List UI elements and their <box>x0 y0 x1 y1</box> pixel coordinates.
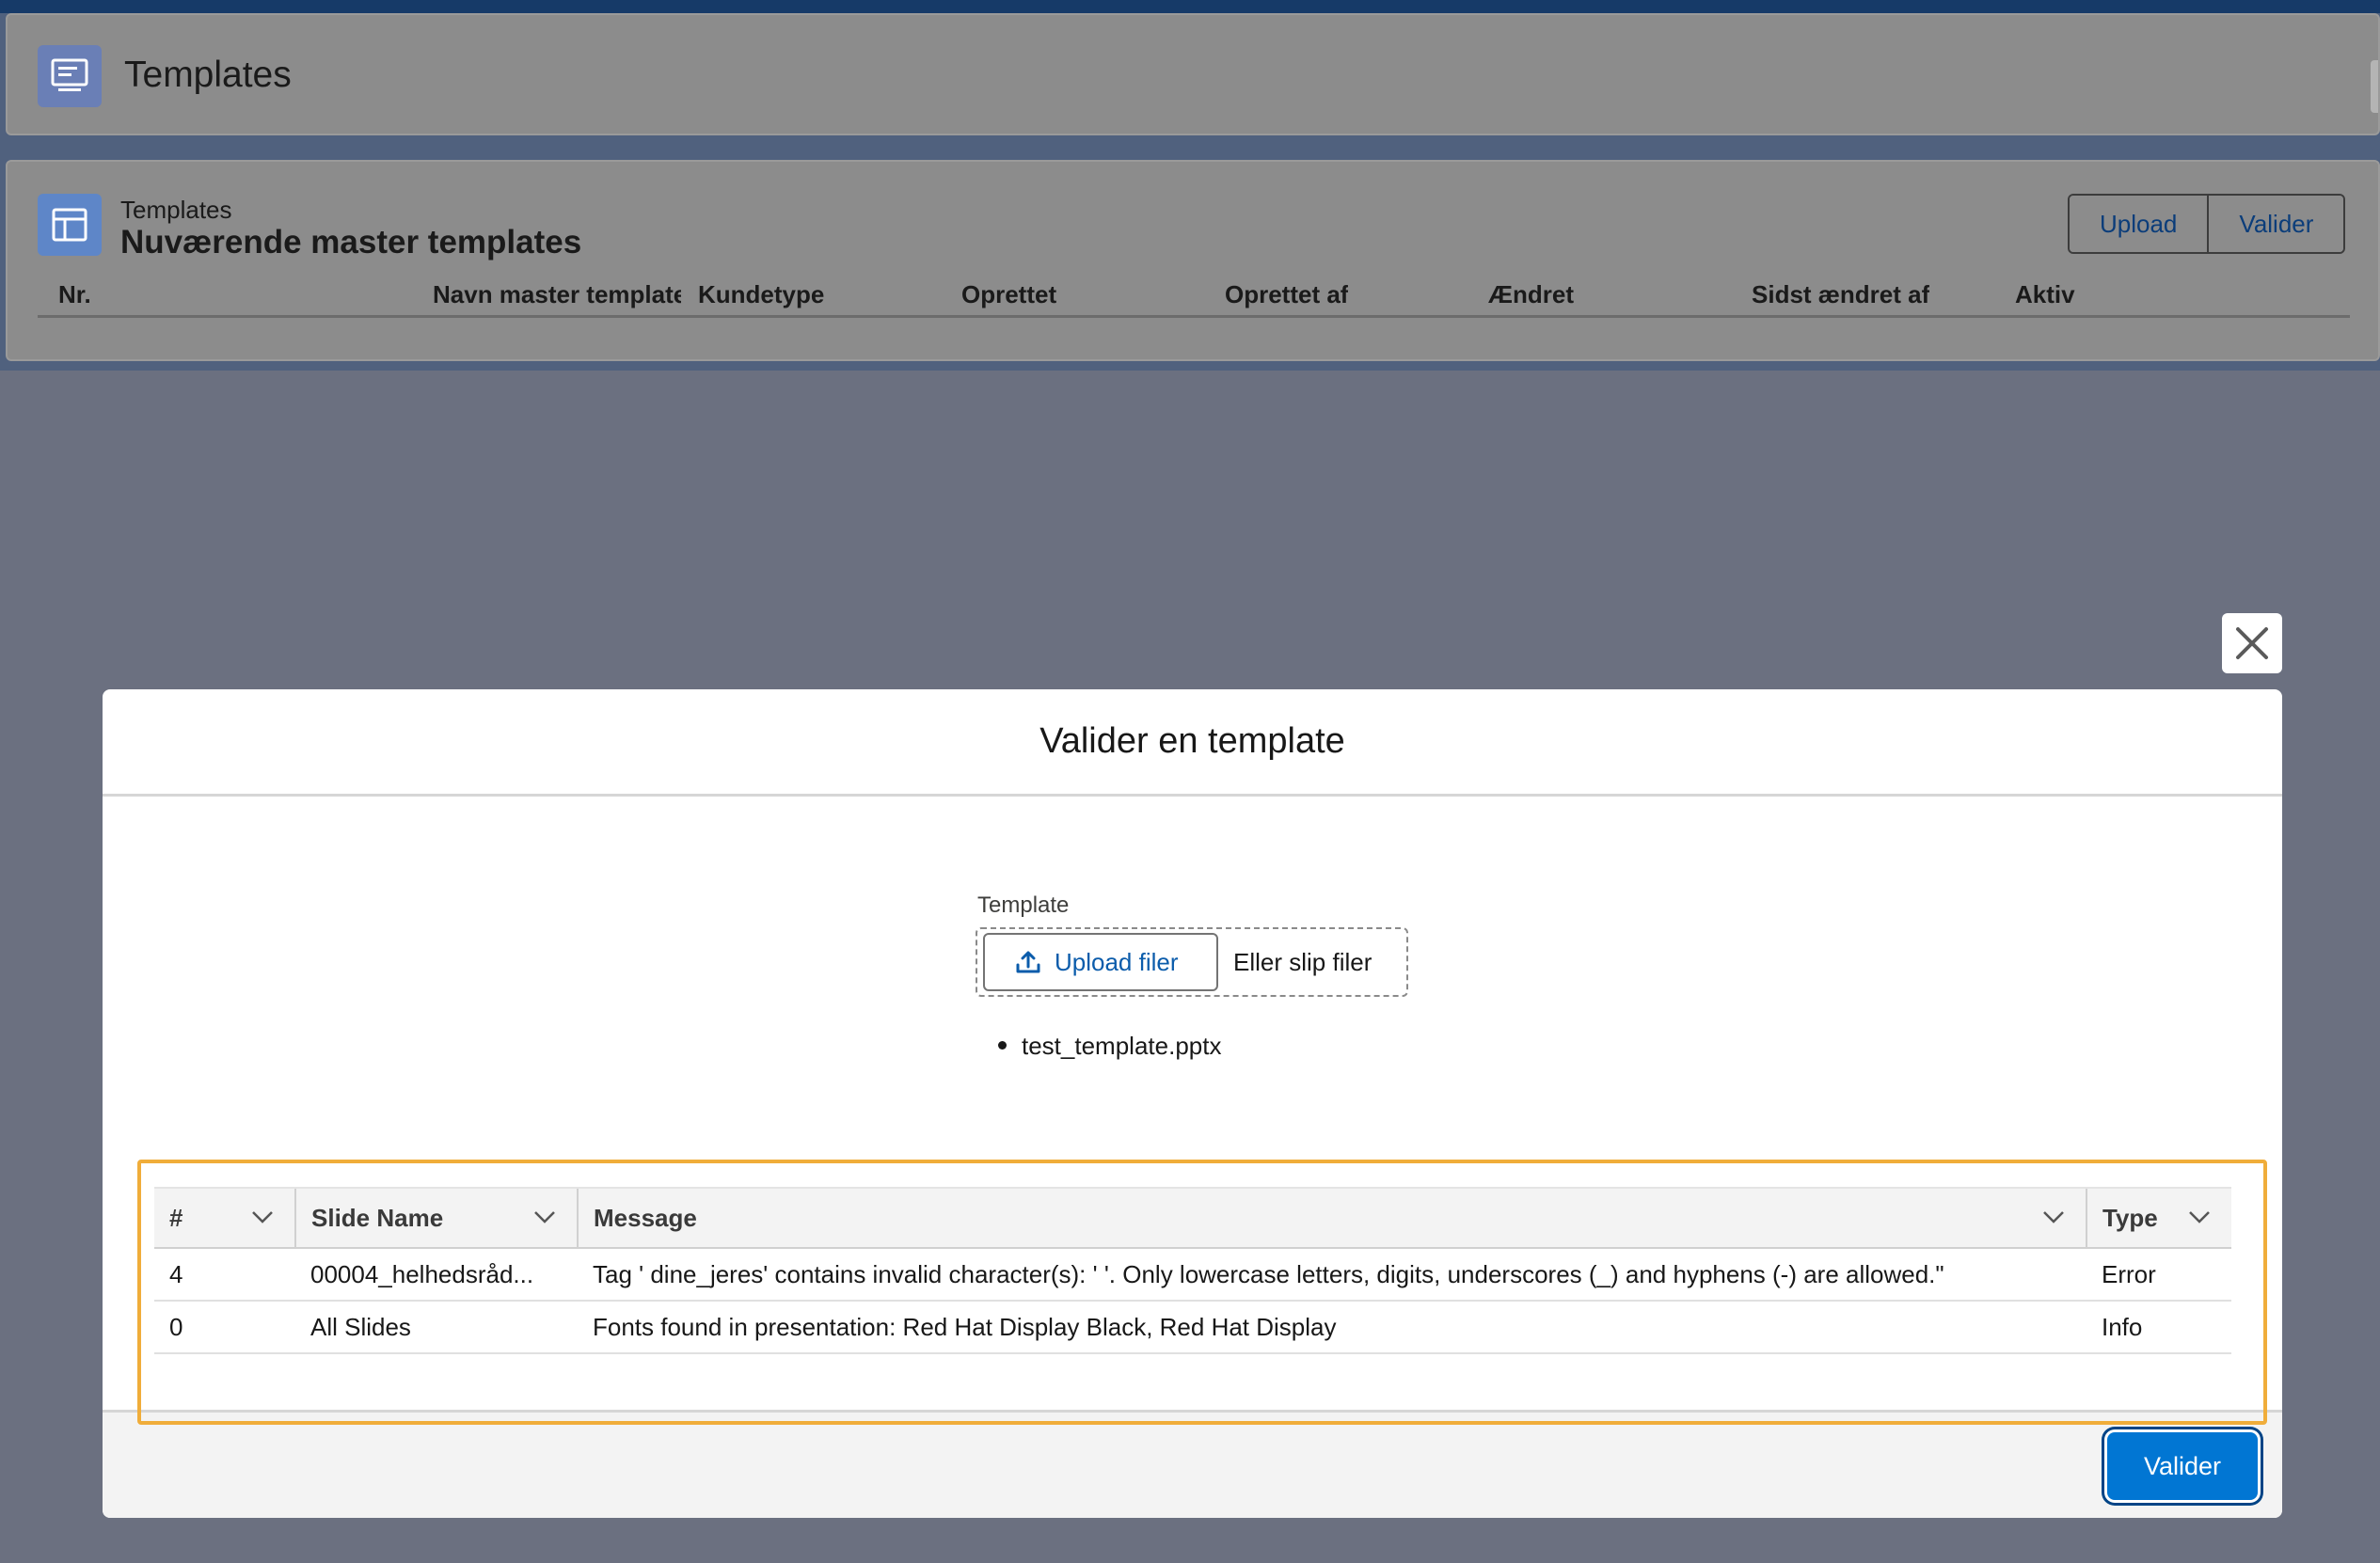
upload-files-button[interactable]: Upload filer <box>983 933 1218 991</box>
cell-type: Info <box>2086 1301 2231 1354</box>
uploaded-file-name: test_template.pptx <box>1022 1032 1222 1060</box>
column-template-name[interactable]: Navn master template <box>433 280 681 309</box>
header-edge-control[interactable] <box>2371 60 2378 113</box>
layout-icon <box>38 194 102 256</box>
template-icon <box>38 45 102 107</box>
card-eyebrow: Templates <box>120 196 232 224</box>
card-actions: Upload Valider <box>2068 194 2346 254</box>
bullet <box>998 1040 1007 1050</box>
upload-button[interactable]: Upload <box>2070 196 2208 252</box>
cell-type: Error <box>2086 1248 2231 1302</box>
cell-slide-name: All Slides <box>295 1301 578 1354</box>
chevron-down-icon[interactable] <box>533 1209 556 1224</box>
column-nr[interactable]: Nr. <box>58 280 91 309</box>
table-row: 0 All Slides Fonts found in presentation… <box>154 1301 2231 1354</box>
app-top-bar <box>0 0 2380 13</box>
cell-message: Fonts found in presentation: Red Hat Dis… <box>578 1301 2086 1354</box>
card-title: Nuværende master templates <box>120 224 582 260</box>
validate-button[interactable]: Valider <box>2207 196 2344 252</box>
validation-results-table: # Slide Name Message Type 4 00004_helhed… <box>154 1187 2231 1354</box>
table-row: 4 00004_helhedsråd... Tag ' dine_jeres' … <box>154 1248 2231 1302</box>
cell-message: Tag ' dine_jeres' contains invalid chara… <box>578 1248 2086 1302</box>
column-message[interactable]: Message <box>577 1187 2086 1249</box>
chevron-down-icon[interactable] <box>2188 1209 2211 1224</box>
modal-close-button[interactable] <box>2222 613 2282 673</box>
cell-slide-name: 00004_helhedsråd... <box>295 1248 578 1302</box>
upload-files-label: Upload filer <box>1055 947 1179 976</box>
submit-validate-button[interactable]: Valider <box>2107 1432 2258 1500</box>
page-title: Templates <box>124 55 292 95</box>
chevron-down-icon[interactable] <box>2042 1209 2065 1224</box>
modal-title: Valider en template <box>1039 721 1345 761</box>
cell-number: 0 <box>154 1301 295 1354</box>
uploaded-file-list: test_template.pptx <box>998 1032 1221 1061</box>
column-slide-name[interactable]: Slide Name <box>294 1187 578 1249</box>
column-number[interactable]: # <box>154 1187 295 1249</box>
upload-icon <box>1016 951 1040 973</box>
templates-list-card: Templates Nuværende master templates Upl… <box>6 160 2380 361</box>
template-field-label: Template <box>977 892 1070 918</box>
modal-footer <box>103 1410 2282 1518</box>
drop-files-text: Eller slip filer <box>1233 948 1372 976</box>
modal-header: Valider en template <box>103 689 2282 797</box>
column-created-by[interactable]: Oprettet af <box>1225 280 1348 309</box>
chevron-down-icon[interactable] <box>251 1209 274 1224</box>
cell-number: 4 <box>154 1248 295 1302</box>
close-icon <box>2236 627 2268 659</box>
page-header: Templates <box>6 13 2380 135</box>
column-customer-type[interactable]: Kundetype <box>698 280 824 309</box>
column-type[interactable]: Type <box>2086 1187 2231 1249</box>
column-created[interactable]: Oprettet <box>961 280 1056 309</box>
column-modified[interactable]: Ændret <box>1488 280 1574 309</box>
column-active[interactable]: Aktiv <box>2015 280 2075 309</box>
table-header-row: Nr. Navn master template Kundetype Opret… <box>38 280 2350 318</box>
column-last-modified-by[interactable]: Sidst ændret af <box>1752 280 1929 309</box>
file-dropzone[interactable]: Upload filer Eller slip filer <box>976 927 1408 997</box>
